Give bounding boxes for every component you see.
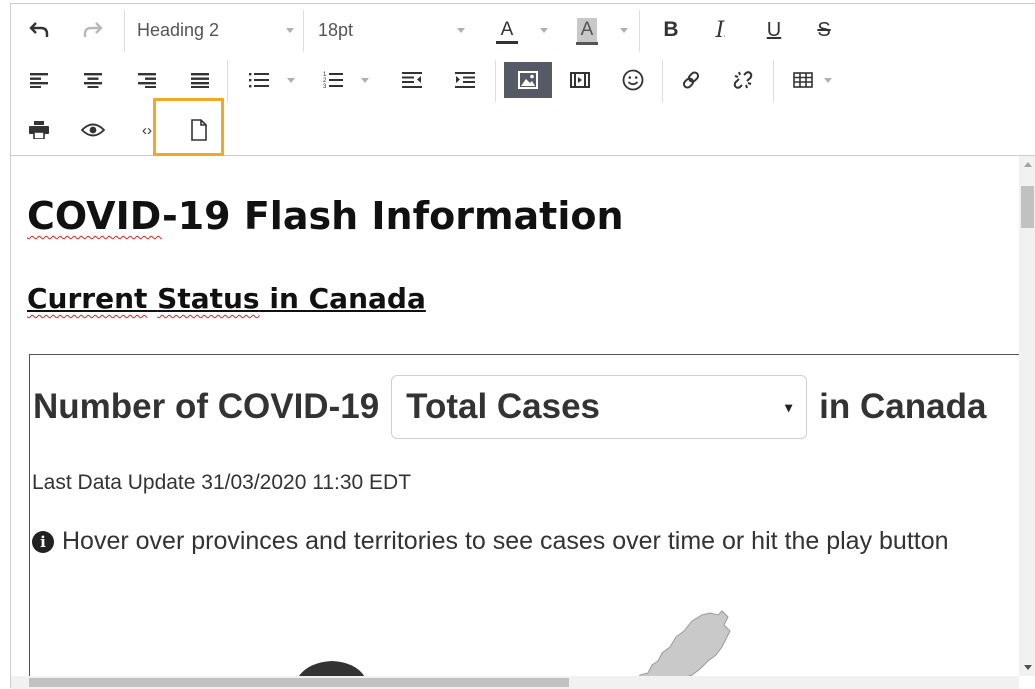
insert-emoticon-button[interactable] <box>617 64 649 96</box>
undo-button[interactable] <box>23 14 55 46</box>
scroll-up-arrow-icon[interactable] <box>1019 156 1035 173</box>
svg-text:3: 3 <box>323 84 327 89</box>
document-icon <box>191 119 207 141</box>
hint-text: Hover over provinces and territories to … <box>62 527 949 555</box>
image-icon <box>518 71 538 89</box>
font-size-select[interactable]: 18pt <box>318 14 468 46</box>
province-shape-dark <box>299 661 365 676</box>
insert-link-button[interactable] <box>675 64 707 96</box>
align-right-button[interactable] <box>131 64 163 96</box>
align-center-icon <box>84 73 102 88</box>
align-justify-button[interactable] <box>184 64 216 96</box>
text-color-button[interactable]: A <box>491 14 523 46</box>
code-icon: ‹› <box>142 121 152 139</box>
misspelled-word: COVID <box>27 194 162 238</box>
underline-icon: U <box>766 18 782 41</box>
align-justify-icon <box>191 73 209 88</box>
unlink-icon <box>733 71 753 89</box>
text-color-icon: A <box>495 19 519 44</box>
background-color-dropdown[interactable] <box>617 14 631 46</box>
editor-content-area[interactable]: COVID-19 Flash Information Current Statu… <box>11 156 1019 676</box>
block-format-value: Heading 2 <box>137 19 220 40</box>
outdent-button[interactable] <box>396 64 428 96</box>
align-right-icon <box>138 73 156 88</box>
preview-button[interactable] <box>77 114 109 146</box>
indent-button[interactable] <box>449 64 481 96</box>
case-type-dropdown[interactable]: Total Cases ▾ <box>391 375 808 439</box>
numbered-list-button[interactable]: 123 <box>317 64 349 96</box>
editor-toolbar: Heading 2 18pt A A B I U S 1 2 3 ‹› <box>11 4 1035 156</box>
align-left-button[interactable] <box>23 64 55 96</box>
printer-icon <box>29 121 49 139</box>
page-title: COVID-19 Flash Information <box>27 194 624 238</box>
horizontal-scrollbar[interactable] <box>11 676 1019 689</box>
bullet-list-icon <box>249 73 269 88</box>
align-left-icon <box>30 73 48 88</box>
link-icon <box>682 71 700 89</box>
scroll-down-arrow-icon[interactable] <box>1019 659 1035 676</box>
misspelled-word: Status <box>157 282 260 315</box>
text-color-dropdown[interactable] <box>537 14 551 46</box>
dropdown-arrow-icon: ▾ <box>785 398 793 415</box>
vertical-scrollbar[interactable] <box>1019 156 1035 676</box>
smiley-icon <box>622 69 644 91</box>
chevron-down-icon <box>283 14 297 46</box>
numbered-list-dropdown[interactable] <box>358 64 372 96</box>
info-icon: i <box>32 530 54 553</box>
redo-button[interactable] <box>77 14 109 46</box>
background-color-button[interactable]: A <box>571 14 603 46</box>
italic-icon: I <box>715 17 725 43</box>
print-button[interactable] <box>23 114 55 146</box>
font-size-value: 18pt <box>318 19 354 40</box>
insert-table-dropdown[interactable] <box>821 64 835 96</box>
background-color-icon: A <box>575 18 599 45</box>
section-heading: Current Status in Canada <box>27 282 426 315</box>
table-icon <box>793 72 813 88</box>
bullet-list-button[interactable] <box>243 64 275 96</box>
bold-icon: B <box>663 18 679 41</box>
eye-icon <box>81 123 105 137</box>
remove-link-button[interactable] <box>727 64 759 96</box>
insert-image-button[interactable] <box>504 62 552 98</box>
bullet-list-dropdown[interactable] <box>284 64 298 96</box>
outdent-icon <box>402 72 422 88</box>
widget-title: Number of COVID-19 Total Cases ▾ in Cana… <box>33 375 986 439</box>
bold-button[interactable]: B <box>655 14 687 46</box>
insert-table-button[interactable] <box>787 64 819 96</box>
province-shape-light <box>638 610 731 676</box>
strikethrough-icon: S <box>817 18 831 41</box>
canada-map[interactable] <box>30 595 1019 676</box>
strikethrough-button[interactable]: S <box>808 14 840 46</box>
misspelled-word: Current <box>27 282 148 315</box>
undo-icon <box>29 22 49 37</box>
underline-button[interactable]: U <box>758 14 790 46</box>
align-center-button[interactable] <box>77 64 109 96</box>
horizontal-scroll-thumb[interactable] <box>29 678 569 687</box>
case-type-value: Total Cases <box>406 387 601 426</box>
source-code-button[interactable]: ‹› <box>131 114 163 146</box>
media-icon <box>570 72 590 88</box>
redo-icon <box>83 22 103 37</box>
new-document-button[interactable] <box>183 114 215 146</box>
italic-button[interactable]: I <box>704 14 736 46</box>
insert-media-button[interactable] <box>564 64 596 96</box>
last-update-text: Last Data Update 31/03/2020 11:30 EDT <box>32 471 412 494</box>
numbered-list-icon: 123 <box>323 72 343 89</box>
block-format-select[interactable]: Heading 2 <box>137 14 297 46</box>
info-hint: i Hover over provinces and territories t… <box>32 527 949 556</box>
rich-text-editor: Heading 2 18pt A A B I U S 1 2 3 ‹› COVI… <box>10 3 1035 689</box>
embedded-covid-widget[interactable]: Number of COVID-19 Total Cases ▾ in Cana… <box>29 354 1019 676</box>
chevron-down-icon <box>454 14 468 46</box>
indent-icon <box>455 72 475 88</box>
vertical-scroll-thumb[interactable] <box>1021 186 1034 228</box>
